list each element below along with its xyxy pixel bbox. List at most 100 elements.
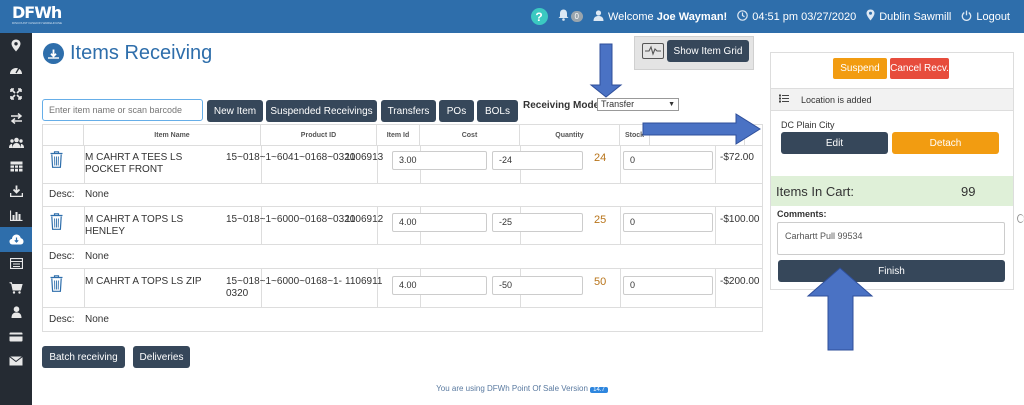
item-name-cell: M CAHRT A TOPS LS HENLEY bbox=[85, 214, 184, 237]
quantity-input[interactable]: -50 bbox=[492, 276, 583, 295]
discount-input[interactable]: 0 bbox=[623, 151, 713, 170]
deliveries-button[interactable]: Deliveries bbox=[133, 346, 190, 368]
footer-text: You are using DFWh Point Of Sale Version bbox=[436, 384, 588, 393]
scroll-handle[interactable] bbox=[1017, 214, 1024, 223]
receiving-mode-label: Receiving Mode bbox=[523, 100, 600, 111]
clock-icon bbox=[737, 9, 749, 24]
sidebar-users-icon[interactable] bbox=[0, 130, 32, 154]
help-icon[interactable]: ? bbox=[530, 8, 548, 25]
delete-row-trash-icon[interactable] bbox=[50, 275, 63, 292]
sidebar-envelope-icon[interactable] bbox=[0, 349, 32, 373]
cost-input[interactable]: 4.00 bbox=[392, 213, 487, 232]
show-item-grid-button[interactable]: Show Item Grid bbox=[667, 40, 749, 62]
sidebar-table-icon[interactable] bbox=[0, 154, 32, 178]
page-title-text: Items Receiving bbox=[70, 42, 213, 64]
header-stock: Stock bbox=[620, 125, 650, 145]
power-icon bbox=[961, 10, 972, 24]
attached-location-name: DC Plain City bbox=[781, 120, 835, 130]
header-product-id: Product ID bbox=[261, 125, 377, 145]
logo[interactable]: DFWh DISCOUNT FASHION WAREHOUSE bbox=[12, 5, 62, 28]
map-marker-icon bbox=[866, 9, 875, 24]
item-name-cell: M CAHRT A TOPS LS ZIP bbox=[85, 276, 202, 287]
discount-input[interactable]: 0 bbox=[623, 213, 713, 232]
logout-label: Logout bbox=[976, 10, 1010, 23]
header-item-name: Item Name bbox=[84, 125, 261, 145]
bell-icon bbox=[558, 9, 569, 24]
product-id-cell: 15~018~1~6000~0168~1-0320 bbox=[226, 276, 342, 299]
line-total: -$72.00 bbox=[720, 152, 754, 163]
receiving-mode-select[interactable]: Transfer ▼ bbox=[597, 98, 679, 111]
desc-label: Desc: bbox=[49, 189, 75, 200]
version-badge: 14.7 bbox=[590, 387, 608, 393]
edit-location-button[interactable]: Edit bbox=[781, 132, 888, 154]
version-footer: You are using DFWh Point Of Sale Version… bbox=[0, 384, 1024, 393]
desc-value: None bbox=[85, 251, 109, 262]
batch-receiving-button[interactable]: Batch receiving bbox=[42, 346, 125, 368]
sidebar-user-icon[interactable] bbox=[0, 300, 32, 324]
header-quantity: Quantity bbox=[520, 125, 620, 145]
quantity-input[interactable]: -25 bbox=[492, 213, 583, 232]
header-discount bbox=[650, 125, 745, 145]
new-item-button[interactable]: New Item bbox=[207, 100, 263, 122]
location-selector[interactable]: Dublin Sawmill bbox=[866, 9, 951, 24]
stock-value: 25 bbox=[594, 214, 607, 226]
arrow-down-annotation bbox=[589, 43, 623, 98]
cancel-receiving-button[interactable]: Cancel Recv. bbox=[890, 58, 949, 79]
sidebar-download-icon[interactable] bbox=[0, 179, 32, 203]
top-navbar: DFWh DISCOUNT FASHION WAREHOUSE ? 0 Welc… bbox=[0, 0, 1024, 33]
header-cost: Cost bbox=[420, 125, 520, 145]
sidebar bbox=[0, 33, 32, 405]
sidebar-map-marker-icon[interactable] bbox=[0, 33, 32, 57]
stock-value: 50 bbox=[594, 276, 607, 288]
welcome-text: Welcome Joe Wayman! bbox=[608, 10, 728, 23]
logo-tagline: DISCOUNT FASHION WAREHOUSE bbox=[12, 21, 63, 25]
page-title: Items Receiving bbox=[43, 42, 212, 65]
items-in-cart-bar: Items In Cart: 99 bbox=[771, 176, 1013, 206]
cloud-download-icon bbox=[43, 43, 64, 64]
items-in-cart-label: Items In Cart: bbox=[776, 184, 855, 199]
location-added-bar: Location is added bbox=[771, 88, 1013, 111]
notification-count-badge: 0 bbox=[570, 11, 583, 22]
delete-row-trash-icon[interactable] bbox=[50, 151, 63, 168]
comments-textarea[interactable]: Carhartt Pull 99534 bbox=[777, 222, 1005, 255]
line-total: -$200.00 bbox=[720, 276, 760, 287]
discount-input[interactable]: 0 bbox=[623, 276, 713, 295]
cost-input[interactable]: 3.00 bbox=[392, 151, 487, 170]
item-search-input[interactable] bbox=[42, 99, 203, 121]
desc-label: Desc: bbox=[49, 251, 75, 262]
suspended-receivings-button[interactable]: Suspended Receivings bbox=[266, 100, 377, 122]
datetime-text: 04:51 pm 03/27/2020 bbox=[752, 10, 857, 23]
product-id-cell: 15~018~1~6041~0168~0320 bbox=[226, 152, 356, 163]
header-item-id: Item Id bbox=[377, 125, 420, 145]
cost-input[interactable]: 4.00 bbox=[392, 276, 487, 295]
sidebar-transfer-icon[interactable] bbox=[0, 106, 32, 130]
delete-row-trash-icon[interactable] bbox=[50, 213, 63, 230]
pos-button[interactable]: POs bbox=[439, 100, 474, 122]
suspend-button[interactable]: Suspend bbox=[833, 58, 887, 79]
grid-screen-icon bbox=[642, 43, 664, 59]
product-id-cell: 15~018~1~6000~0168~0320 bbox=[226, 214, 356, 225]
sidebar-bar-chart-icon[interactable] bbox=[0, 203, 32, 227]
comments-label: Comments: bbox=[777, 209, 827, 219]
transfers-button[interactable]: Transfers bbox=[381, 100, 436, 122]
desc-value: None bbox=[85, 189, 109, 200]
location-name: Dublin Sawmill bbox=[879, 10, 952, 23]
item-id-cell: 1106912 bbox=[345, 214, 384, 225]
sidebar-cloud-download-icon[interactable] bbox=[0, 227, 32, 252]
sidebar-expand-icon[interactable] bbox=[0, 82, 32, 106]
sidebar-cart-icon[interactable] bbox=[0, 276, 32, 300]
bols-button[interactable]: BOLs bbox=[477, 100, 518, 122]
sidebar-credit-card-icon[interactable] bbox=[0, 325, 32, 349]
logout-button[interactable]: Logout bbox=[961, 10, 1010, 24]
user-menu[interactable]: Welcome Joe Wayman! bbox=[593, 9, 728, 24]
line-total: -$100.00 bbox=[720, 214, 760, 225]
logo-text: DFWh bbox=[12, 3, 62, 22]
quantity-input[interactable]: -24 bbox=[492, 151, 583, 170]
sidebar-list-icon[interactable] bbox=[0, 252, 32, 276]
sidebar-dashboard-icon[interactable] bbox=[0, 57, 32, 81]
finish-button[interactable]: Finish bbox=[778, 260, 1005, 282]
detach-location-button[interactable]: Detach bbox=[892, 132, 999, 154]
receiving-items-table: Item Name Product ID Item Id Cost Quanti… bbox=[42, 124, 763, 332]
notifications[interactable]: 0 bbox=[558, 9, 583, 24]
item-id-cell: 1106911 bbox=[345, 276, 383, 287]
